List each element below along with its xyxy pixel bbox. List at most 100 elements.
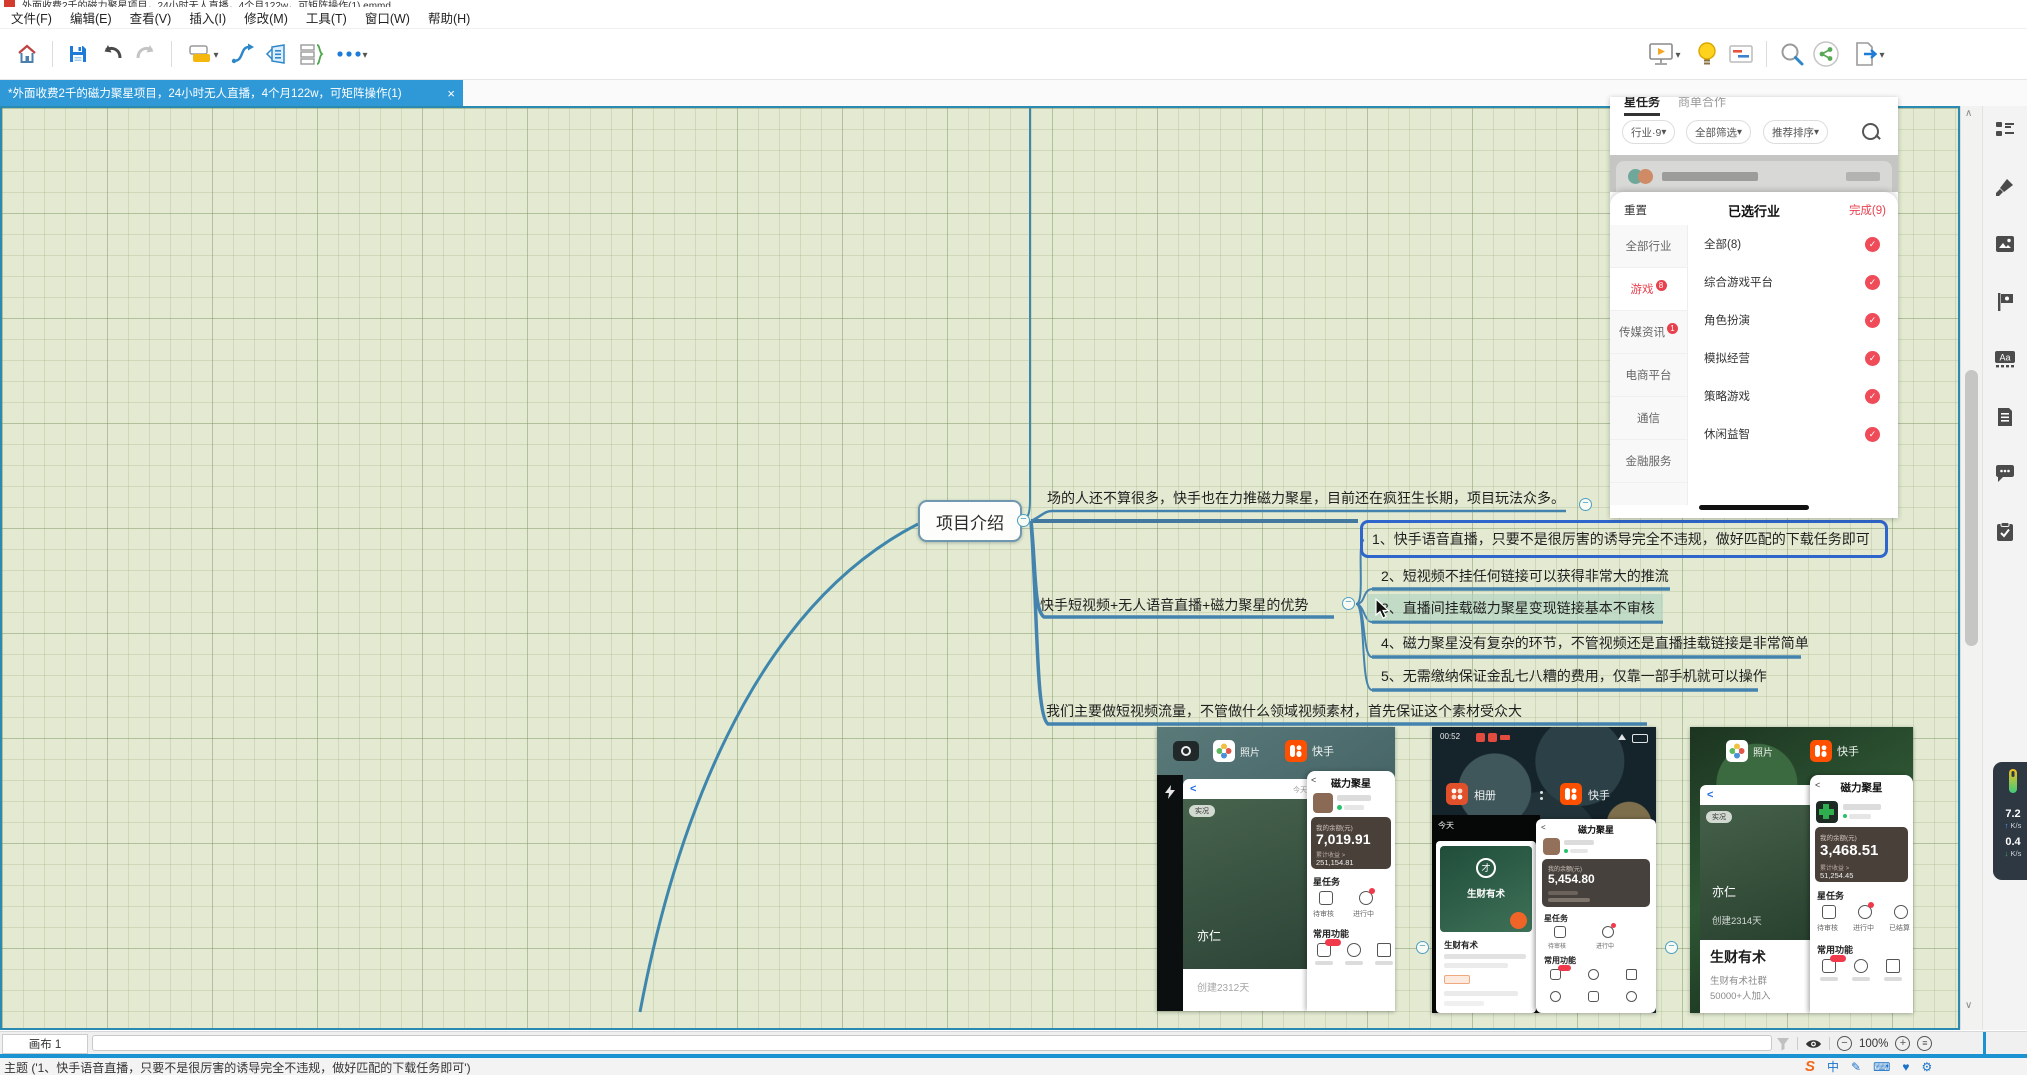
ime-mode-chinese[interactable]: 中: [1827, 1058, 1839, 1075]
topic-advantage-1-selected[interactable]: 1、快手语音直播，只要不是很厉害的诱导完全不违规，做好匹配的下载任务即可: [1360, 520, 1888, 558]
photos-app-icon: [1213, 740, 1235, 762]
save-button[interactable]: [61, 37, 95, 71]
card-title: 生财有术: [1710, 947, 1766, 967]
menu-modify[interactable]: 修改(M): [235, 8, 297, 27]
image-panel-icon[interactable]: [1994, 233, 2016, 255]
undo-icon: [99, 42, 125, 66]
ime-settings-icon[interactable]: [1922, 1060, 1933, 1074]
tasks-title: 星任务: [1544, 913, 1568, 924]
sheet-done-button: 完成(9): [1849, 202, 1886, 218]
ime-pen-icon[interactable]: [1851, 1060, 1861, 1074]
eye-icon[interactable]: [1805, 1038, 1822, 1050]
category-ecommerce: 电商平台: [1610, 354, 1687, 397]
category-media: 传媒资讯1: [1610, 311, 1687, 354]
relationship-button[interactable]: [226, 37, 260, 71]
topic-project-intro[interactable]: 项目介绍: [918, 500, 1022, 542]
topic-strategy[interactable]: 我们主要做短视频流量，不管做什么领域视频素材，首先保证这个素材受众大: [1046, 701, 1522, 721]
scroll-down-icon[interactable]: ∨: [1965, 1000, 1972, 1011]
menu-insert[interactable]: 插入(I): [180, 8, 235, 27]
callout-topic-button[interactable]: [260, 37, 294, 71]
network-speed-widget[interactable]: 7.2 ↑ K/s 0.4 ↓ K/s: [1993, 762, 2027, 880]
menu-help[interactable]: 帮助(H): [419, 8, 479, 27]
juxing-title: 磁力聚星: [1810, 780, 1913, 795]
scroll-up-icon[interactable]: ∧: [1965, 108, 1972, 119]
chip-sort: 推荐排序: [1763, 120, 1828, 144]
collapse-handle-root[interactable]: [1017, 514, 1030, 527]
download-speed-value: 0.4: [1993, 836, 2027, 848]
topic-advantage-5[interactable]: 5、无需缴纳保证金乱七八糟的费用，仅靠一部手机就可以操作: [1381, 666, 1767, 686]
photos-viewer: 今天 才 生财有术 生财有术: [1432, 815, 1540, 1013]
export-icon: [1853, 41, 1879, 67]
category-games: 游戏8: [1610, 268, 1687, 311]
canvas-vertical-scrollbar[interactable]: ∧ ∨: [1960, 106, 1982, 1030]
export-button[interactable]: [1843, 37, 1895, 71]
collapse-handle-advantage[interactable]: [1342, 597, 1355, 610]
app-window: 外面收费2千的磁力聚星项目，24小时无人直播，4个月122w，可矩阵操作(1).…: [0, 0, 2027, 1075]
share-button[interactable]: [1809, 37, 1843, 71]
scrollbar-thumb[interactable]: [1965, 370, 1978, 646]
tasks-title: 星任务: [1817, 889, 1844, 902]
collapse-handle-market[interactable]: [1579, 498, 1592, 511]
clock-time: 00:52: [1440, 732, 1460, 741]
topic-advantage-2[interactable]: 2、短视频不挂任何链接可以获得非常大的推流: [1381, 566, 1669, 586]
live-tag: 实况: [1706, 811, 1732, 823]
presentation-caret-icon: [1675, 45, 1680, 63]
topic-advantage-3[interactable]: 3、直播间挂载磁力聚星变现链接基本不审核: [1381, 598, 1655, 618]
font-panel-icon[interactable]: Aa: [1994, 348, 2016, 370]
balance-card: 我的余额(元) 5,454.80: [1542, 859, 1650, 907]
menu-view[interactable]: 查看(V): [121, 8, 181, 27]
collapse-handle-image1[interactable]: [1416, 941, 1429, 954]
theme-style-button[interactable]: [180, 37, 226, 71]
follow-button: [1510, 912, 1527, 929]
outline-view-button[interactable]: [294, 37, 328, 71]
camera-icon: [1173, 741, 1199, 761]
mark-flag-icon[interactable]: [1994, 291, 2016, 313]
camera-strip: [1157, 775, 1183, 1011]
profile-days: 创建2314天: [1712, 913, 1762, 927]
presentation-button[interactable]: [1638, 37, 1690, 71]
tab-close-icon[interactable]: [447, 86, 455, 101]
ime-favorite-icon[interactable]: [1902, 1060, 1909, 1074]
ime-keyboard-icon[interactable]: [1873, 1060, 1890, 1074]
relationship-icon: [230, 41, 256, 67]
func-icon-2: [1588, 969, 1599, 980]
canvas-tab[interactable]: 画布 1: [2, 1034, 88, 1054]
menu-file[interactable]: 文件(F): [2, 8, 61, 27]
undo-button[interactable]: [95, 37, 129, 71]
ime-logo[interactable]: S: [1805, 1058, 1815, 1075]
check-icon: [1865, 237, 1880, 252]
comment-panel-icon[interactable]: [1994, 463, 2016, 485]
outline-panel-icon[interactable]: [1994, 118, 2016, 140]
document-tab[interactable]: *外面收费2千的磁力聚星项目，24小时无人直播，4个月122w，可矩阵操作(1): [0, 80, 463, 106]
filter-icon[interactable]: [1776, 1037, 1790, 1051]
horizontal-scrollbar[interactable]: [92, 1035, 1772, 1051]
fit-view-button[interactable]: ≡: [1917, 1036, 1932, 1051]
gantt-button[interactable]: [1724, 37, 1758, 71]
review-label: 待审核: [1313, 909, 1334, 919]
menu-tools[interactable]: 工具(T): [297, 8, 356, 27]
menu-window[interactable]: 窗口(W): [356, 8, 419, 27]
topic-advantage[interactable]: 快手短视频+无人语音直播+磁力聚星的优势: [1040, 595, 1308, 615]
app-icon: [4, 0, 15, 7]
toolbar: [0, 29, 2027, 80]
menu-edit[interactable]: 编辑(E): [61, 8, 121, 27]
redo-button[interactable]: [129, 37, 163, 71]
search-button[interactable]: [1775, 37, 1809, 71]
note-panel-icon[interactable]: [1994, 406, 2016, 428]
func-icon-2: [1347, 943, 1361, 957]
topic-advantage-4[interactable]: 4、磁力聚星没有复杂的环节，不管视频还是直播挂载链接是非常简单: [1381, 633, 1809, 653]
topic-market-note[interactable]: 场的人还不算很多，快手也在力推磁力聚星，目前还在疯狂生长期，项目玩法众多。: [1047, 488, 1565, 508]
download-speed-unit: ↓ K/s: [1993, 849, 2027, 858]
idea-button[interactable]: [1690, 37, 1724, 71]
zoom-out-button[interactable]: −: [1837, 1036, 1852, 1051]
review-icon: [1822, 905, 1836, 919]
task-panel-icon[interactable]: [1994, 521, 2016, 543]
wifi-icon: [1618, 734, 1626, 740]
callout-topic-icon: [264, 42, 290, 66]
collapse-handle-image2[interactable]: [1665, 941, 1678, 954]
format-brush-icon[interactable]: [1994, 176, 2016, 198]
home-button[interactable]: [10, 37, 44, 71]
chip-industry: 行业·9: [1622, 120, 1675, 144]
zoom-in-button[interactable]: +: [1895, 1036, 1910, 1051]
more-tools-button[interactable]: [328, 37, 376, 71]
